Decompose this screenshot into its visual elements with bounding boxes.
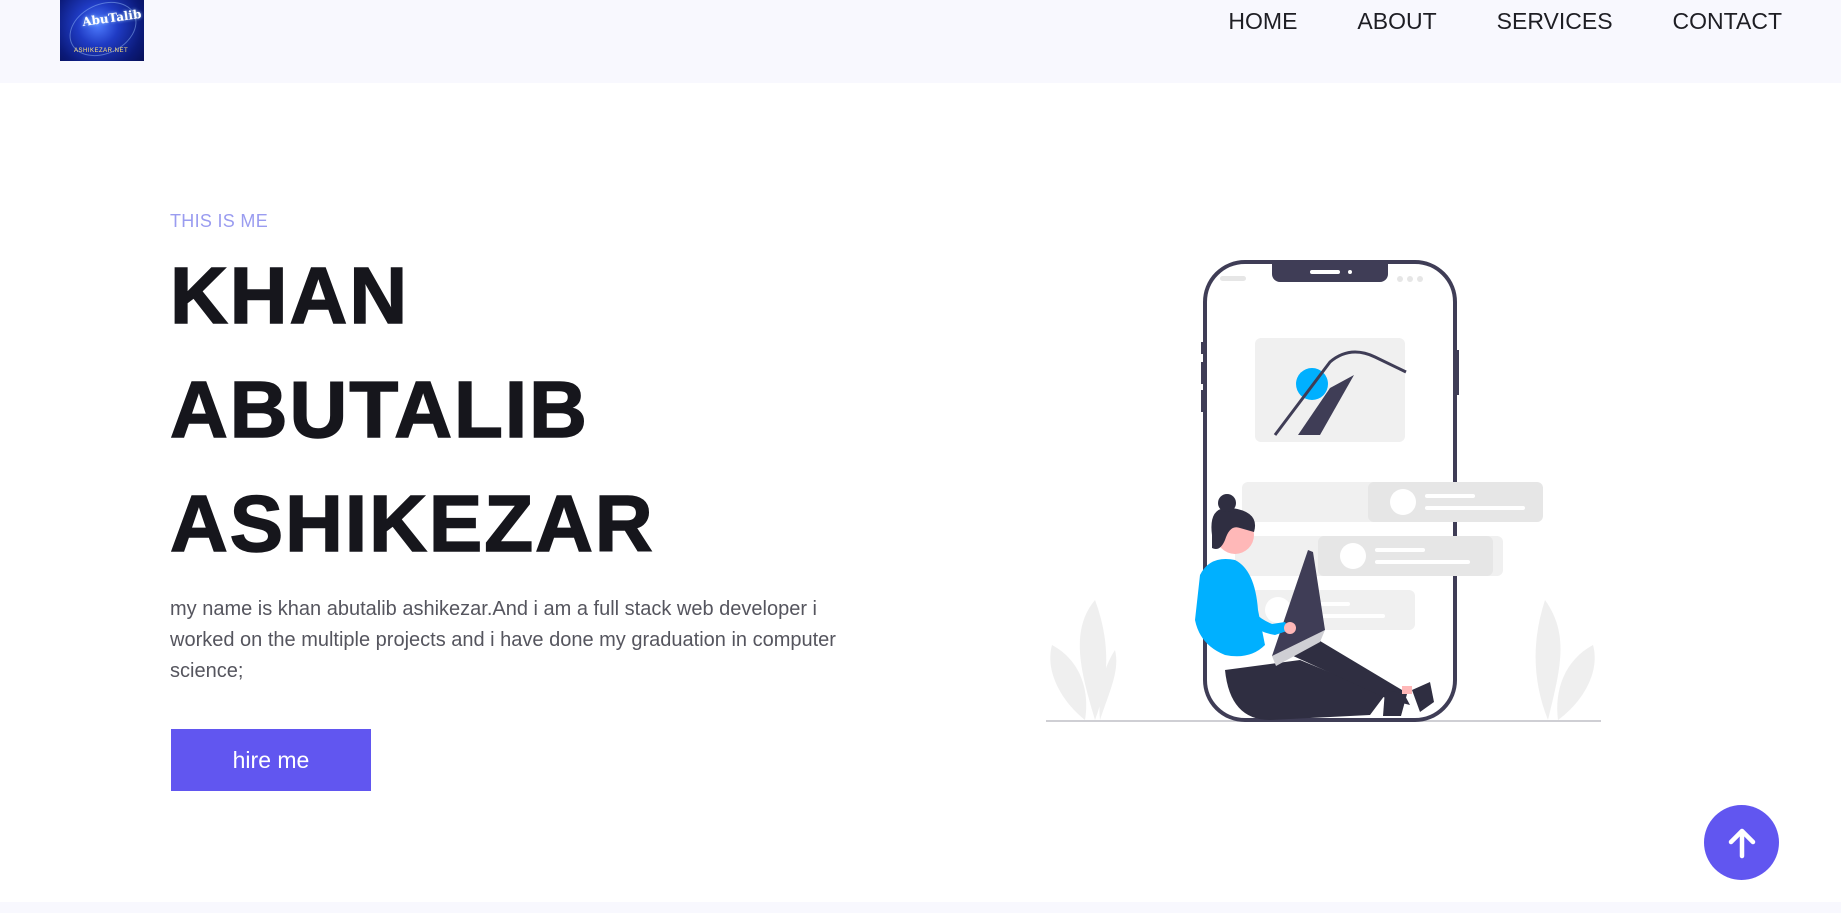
page: AbuTalib ASHIKEZAR.NET HOME ABOUT SERVIC…: [0, 0, 1841, 913]
hero-bio: my name is khan abutalib ashikezar.And i…: [170, 598, 836, 682]
site-header: AbuTalib ASHIKEZAR.NET HOME ABOUT SERVIC…: [0, 0, 1841, 83]
nav-services[interactable]: SERVICES: [1497, 8, 1613, 35]
nav-contact[interactable]: CONTACT: [1673, 8, 1782, 35]
hero-name-line-1: KHAN: [169, 251, 410, 340]
hire-me-button[interactable]: hire me: [171, 729, 371, 791]
hero-name-line-2: ABUTALIB: [169, 365, 589, 454]
site-logo[interactable]: AbuTalib ASHIKEZAR.NET: [60, 0, 144, 61]
footer-strip: [0, 902, 1841, 913]
scroll-to-top-button[interactable]: [1704, 805, 1779, 880]
nav-about[interactable]: ABOUT: [1357, 8, 1436, 35]
hero-name-line-3: ASHIKEZAR: [169, 479, 655, 568]
plant-left: [1050, 600, 1117, 720]
plant-right: [1535, 600, 1595, 720]
nav-home[interactable]: HOME: [1228, 8, 1297, 35]
hero-eyebrow: THIS IS ME: [170, 211, 269, 231]
main-nav: HOME ABOUT SERVICES CONTACT: [1168, 8, 1782, 35]
logo-subtext: ASHIKEZAR.NET: [74, 48, 129, 54]
arrow-up-icon: [1728, 828, 1755, 858]
person-with-laptop-and-phone-illustration: [1046, 260, 1601, 722]
